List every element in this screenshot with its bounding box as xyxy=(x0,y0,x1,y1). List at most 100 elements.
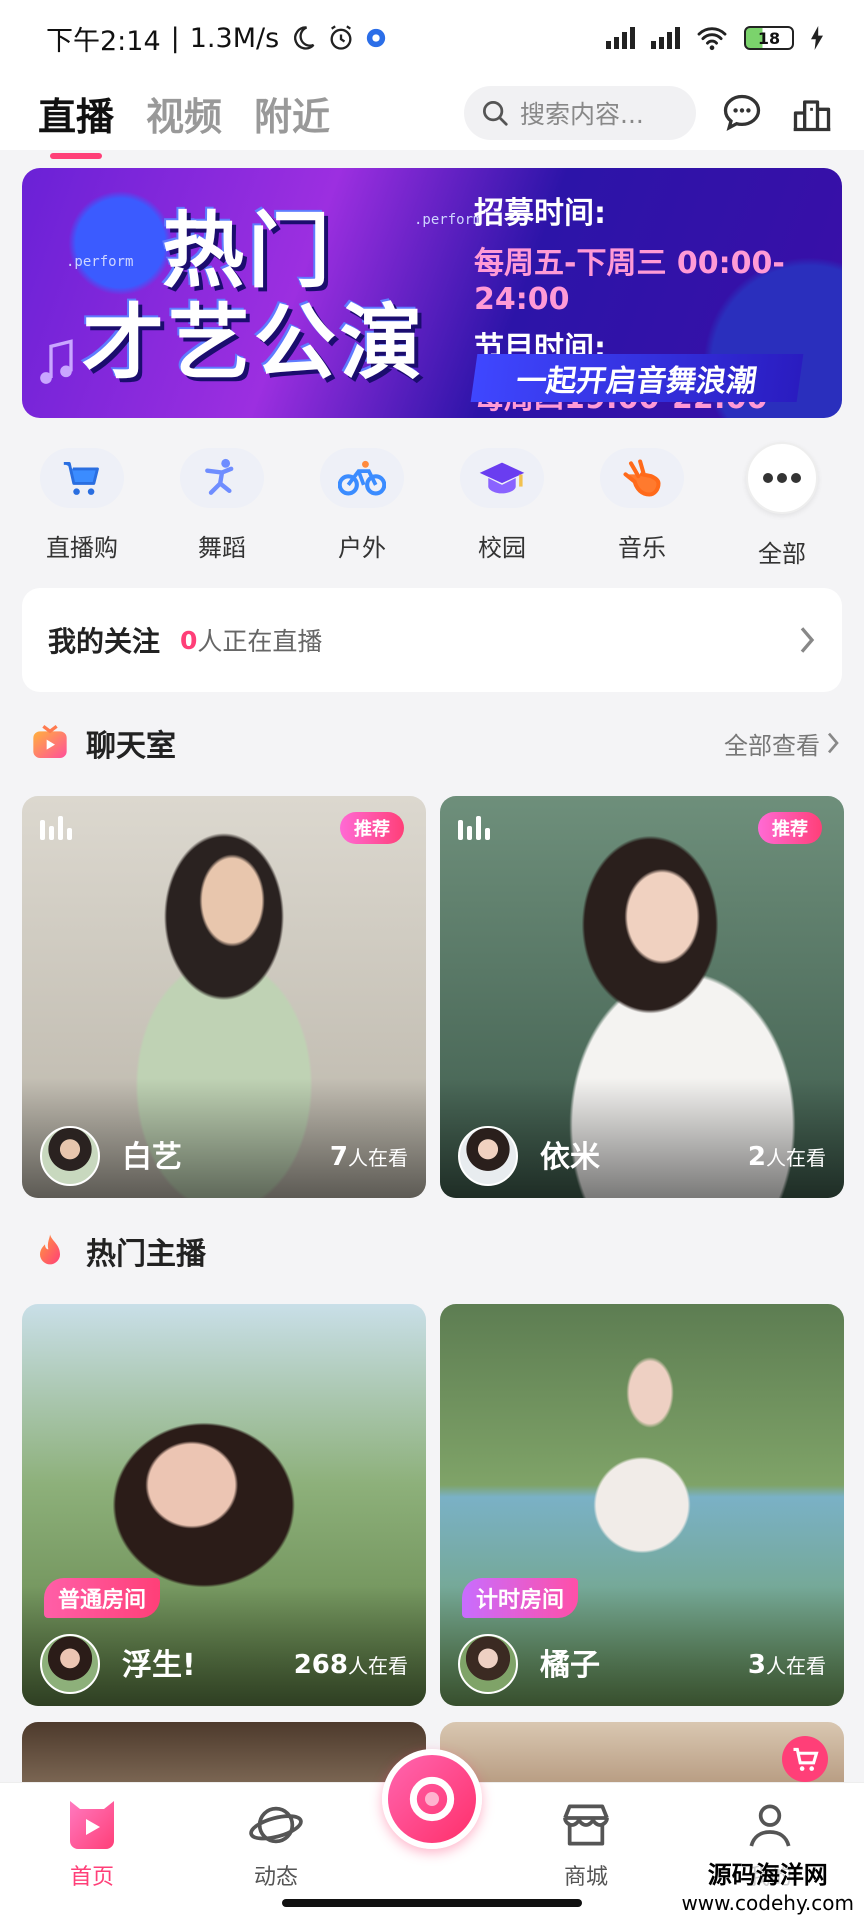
category-icon-wrap xyxy=(40,448,124,508)
chevron-right-icon xyxy=(827,732,839,754)
battery-icon: 18 xyxy=(744,26,794,50)
streamer-name: 白艺 xyxy=(122,1140,182,1175)
watermark-url: www.codehy.com xyxy=(681,1891,854,1915)
room-type-tag: 普通房间 xyxy=(44,1578,161,1618)
signal-icon xyxy=(651,27,680,49)
viewer-number: 268 xyxy=(293,1650,348,1680)
nav-feed[interactable]: 动态 xyxy=(216,1797,336,1891)
category-label: 直播购 xyxy=(46,534,118,562)
view-all-link[interactable]: 全部查看 xyxy=(724,726,840,761)
profile-icon xyxy=(749,1804,791,1847)
moon-icon xyxy=(294,26,315,50)
status-speed: 1.3M/s xyxy=(189,22,280,54)
following-live-suffix: 人正在直播 xyxy=(197,627,323,656)
home-play-icon xyxy=(70,1801,114,1849)
nav-mall[interactable]: 商城 xyxy=(526,1797,646,1891)
recommend-badge: 推荐 xyxy=(340,812,404,844)
top-nav: 直播 视频 附近 搜索内容... xyxy=(0,76,864,159)
ranking-icon xyxy=(793,100,831,132)
ranking-button[interactable] xyxy=(788,89,836,137)
more-dots-icon xyxy=(763,473,801,483)
flame-icon xyxy=(40,1234,60,1265)
category-icon-wrap xyxy=(600,448,684,508)
graduation-cap-icon xyxy=(479,462,525,494)
alarm-icon xyxy=(330,25,352,50)
music-note-icon xyxy=(40,339,73,384)
app-notification-icon xyxy=(366,28,386,48)
viewer-number: 2 xyxy=(747,1142,766,1172)
following-card[interactable]: 我的关注 0 人正在直播 xyxy=(22,588,842,692)
following-title: 我的关注 xyxy=(48,625,161,658)
live-bars-icon xyxy=(40,816,72,840)
category-label: 校园 xyxy=(478,534,526,562)
tab-live[interactable]: 直播 xyxy=(38,86,114,159)
chat-room-card[interactable]: 推荐 依米 2人在看 xyxy=(440,796,844,1198)
bicycle-icon xyxy=(338,460,386,496)
hot-anchor-card[interactable] xyxy=(440,1722,844,1782)
viewer-count: 3人在看 xyxy=(748,1650,826,1680)
streamer-name: 浮生! xyxy=(122,1648,196,1683)
cart-icon xyxy=(63,462,99,495)
category-label: 全部 xyxy=(758,540,806,568)
camera-lens-icon xyxy=(409,1776,455,1822)
banner-title-line1: 热门 xyxy=(162,204,335,299)
category-campus[interactable]: 校园 xyxy=(432,448,572,578)
view-all-label: 全部查看 xyxy=(724,731,820,760)
avatar xyxy=(40,1126,100,1186)
nav-home[interactable]: 首页 xyxy=(32,1797,152,1891)
shopping-cart-badge-icon xyxy=(782,1736,828,1782)
following-live-count: 0 xyxy=(180,625,198,655)
hot-anchor-card[interactable] xyxy=(22,1722,426,1782)
chevron-right-icon xyxy=(800,627,815,653)
go-live-button[interactable] xyxy=(382,1749,482,1849)
search-input[interactable]: 搜索内容... xyxy=(464,86,696,140)
bottom-nav: 首页 动态 商城 我的 源码海洋网 www.codehy.com xyxy=(0,1749,864,1920)
chat-bubble-icon xyxy=(723,94,761,131)
status-time: 下午2:14 xyxy=(46,25,161,57)
streamer-name: 依米 xyxy=(540,1140,600,1175)
banner-recruit-label: 招募时间: xyxy=(474,196,606,231)
category-label: 舞蹈 xyxy=(198,534,246,562)
category-label: 音乐 xyxy=(618,534,666,562)
nav-label: 动态 xyxy=(253,1865,298,1890)
message-button[interactable] xyxy=(718,89,766,137)
banner-recruit-value: 每周五-下周三 00:00-24:00 xyxy=(474,246,785,317)
category-icon-wrap xyxy=(746,442,818,514)
category-music[interactable]: 音乐 xyxy=(572,448,712,578)
category-row: 直播购 舞蹈 户外 校园 音乐 全部 xyxy=(0,442,864,578)
watermark: 源码海洋网 www.codehy.com xyxy=(681,1861,854,1917)
tv-icon xyxy=(33,725,67,758)
home-indicator[interactable] xyxy=(282,1899,582,1907)
store-icon xyxy=(563,1804,609,1846)
banner-title: 热门 才艺公演 xyxy=(82,206,462,390)
category-label: 户外 xyxy=(338,534,386,562)
chat-room-card[interactable]: 推荐 白艺 7人在看 xyxy=(22,796,426,1198)
charging-icon xyxy=(811,26,823,50)
promo-banner[interactable]: .perform .perform 热门 才艺公演 招募时间: 每周五-下周三 … xyxy=(22,168,842,418)
banner-slogan: 一起开启音舞浪潮 xyxy=(470,354,804,402)
viewer-count: 2人在看 xyxy=(748,1142,826,1172)
viewer-count: 7人在看 xyxy=(330,1142,408,1172)
viewer-unit: 人在看 xyxy=(348,1654,408,1678)
hand-icon xyxy=(623,459,661,497)
dancer-icon xyxy=(205,458,234,495)
hot-anchor-card[interactable]: 普通房间 浮生! 268人在看 xyxy=(22,1304,426,1706)
category-live-shopping[interactable]: 直播购 xyxy=(12,448,152,578)
tab-nearby[interactable]: 附近 xyxy=(254,86,330,141)
planet-icon xyxy=(249,1806,303,1844)
tab-video[interactable]: 视频 xyxy=(146,86,222,141)
status-bar: 下午2:14 | 1.3M/s 18 xyxy=(0,0,864,76)
search-placeholder: 搜索内容... xyxy=(520,100,644,129)
category-dance[interactable]: 舞蹈 xyxy=(152,448,292,578)
avatar xyxy=(458,1126,518,1186)
category-all[interactable]: 全部 xyxy=(712,442,852,578)
chat-room-section-header: 聊天室 全部查看 xyxy=(30,718,840,768)
category-icon-wrap xyxy=(180,448,264,508)
category-outdoor[interactable]: 户外 xyxy=(292,448,432,578)
avatar xyxy=(40,1634,100,1694)
category-icon-wrap xyxy=(460,448,544,508)
viewer-count: 268人在看 xyxy=(294,1650,408,1680)
viewer-unit: 人在看 xyxy=(348,1146,408,1170)
watermark-title: 源码海洋网 xyxy=(707,1861,828,1889)
hot-anchor-card[interactable]: 计时房间 橘子 3人在看 xyxy=(440,1304,844,1706)
